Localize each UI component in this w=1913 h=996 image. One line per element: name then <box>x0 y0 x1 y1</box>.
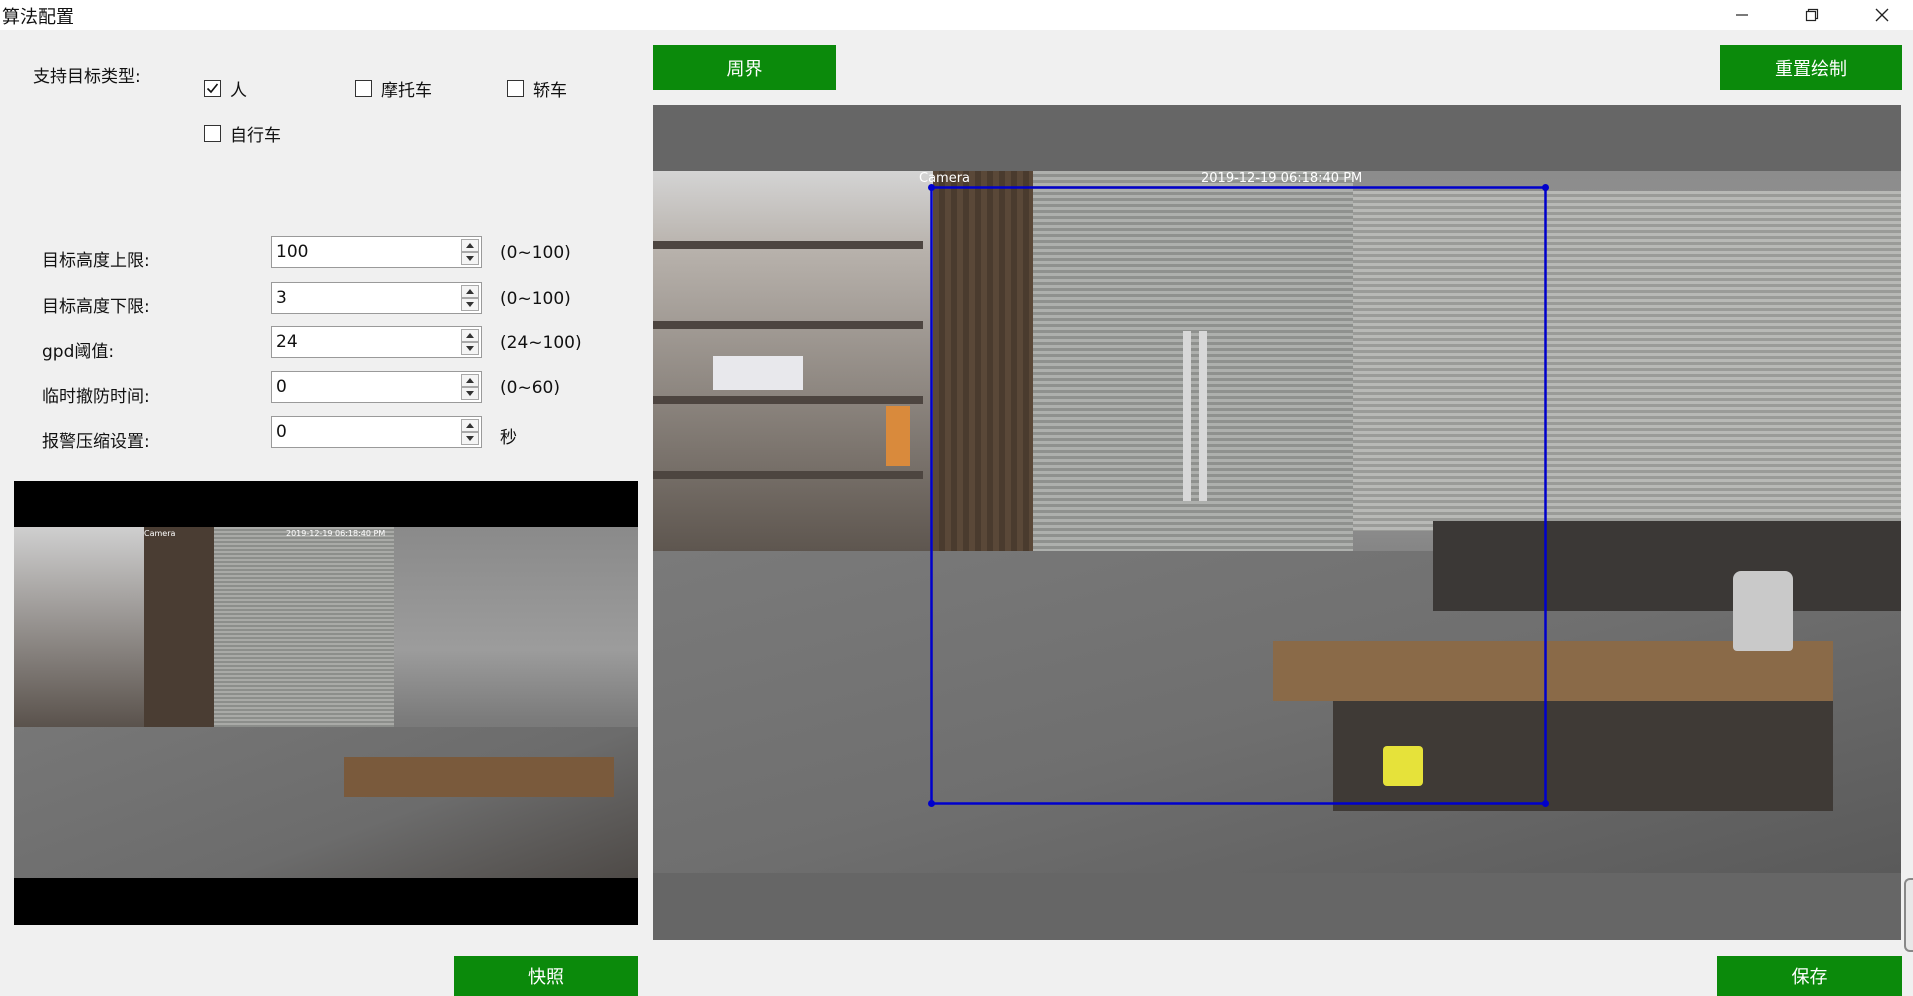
region-handle[interactable] <box>1542 800 1549 807</box>
spin-up-icon[interactable] <box>461 374 479 387</box>
spin-up-icon[interactable] <box>461 329 479 342</box>
checkbox-unchecked-icon <box>355 80 372 97</box>
alarm-compress-value[interactable]: 0 <box>276 422 287 442</box>
checkbox-unchecked-icon <box>204 125 221 142</box>
checkbox-unchecked-icon <box>507 80 524 97</box>
checkbox-motorcycle[interactable]: 摩托车 <box>355 76 432 101</box>
minimize-icon <box>1736 14 1748 16</box>
gpd-threshold-spinbox[interactable]: 24 <box>271 326 482 358</box>
region-overlay[interactable] <box>653 105 1901 940</box>
thumb-camera-label: Camera <box>144 529 176 538</box>
alarm-compress-unit: 秒 <box>500 428 517 448</box>
snapshot-image: Camera 2019-12-19 06:18:40 PM <box>14 527 638 878</box>
spin-down-icon[interactable] <box>461 342 479 355</box>
height-max-value[interactable]: 100 <box>276 242 308 262</box>
target-types-label: 支持目标类型: <box>33 67 141 87</box>
restore-icon <box>1805 8 1819 22</box>
height-min-value[interactable]: 3 <box>276 288 287 308</box>
field-label-alarm-compress: 报警压缩设置: <box>42 432 150 452</box>
spin-up-icon[interactable] <box>461 239 479 252</box>
disarm-time-range: (0~60) <box>500 378 560 398</box>
spin-down-icon[interactable] <box>461 387 479 400</box>
checkbox-checked-icon <box>204 80 221 97</box>
restore-button[interactable] <box>1777 0 1847 30</box>
thumb-timestamp: 2019-12-19 06:18:40 PM <box>286 529 386 538</box>
region-rectangle[interactable] <box>930 186 1547 805</box>
spin-down-icon[interactable] <box>461 298 479 311</box>
window-title: 算法配置 <box>2 7 74 28</box>
spin-up-icon[interactable] <box>461 285 479 298</box>
minimize-button[interactable] <box>1707 0 1777 30</box>
gpd-threshold-range: (24~100) <box>500 333 582 353</box>
field-label-height-min: 目标高度下限: <box>42 297 150 317</box>
field-label-height-max: 目标高度上限: <box>42 251 150 271</box>
checkbox-car-label: 轿车 <box>533 81 567 101</box>
height-max-range: (0~100) <box>500 243 571 263</box>
gpd-threshold-value[interactable]: 24 <box>276 332 298 352</box>
table-surface <box>14 727 638 878</box>
snapshot-button[interactable]: 快照 <box>454 956 638 996</box>
disarm-time-value[interactable]: 0 <box>276 377 287 397</box>
region-handle[interactable] <box>1542 184 1549 191</box>
checkbox-bicycle[interactable]: 自行车 <box>204 121 281 146</box>
checkbox-person-label: 人 <box>230 81 247 101</box>
checkbox-car[interactable]: 轿车 <box>507 76 567 101</box>
height-min-range: (0~100) <box>500 289 571 309</box>
close-button[interactable] <box>1847 0 1913 30</box>
title-bar: 算法配置 <box>0 0 1913 30</box>
disarm-time-spinbox[interactable]: 0 <box>271 371 482 403</box>
region-handle[interactable] <box>928 800 935 807</box>
redraw-button[interactable]: 重置绘制 <box>1720 45 1902 90</box>
height-max-spinbox[interactable]: 100 <box>271 236 482 268</box>
spin-down-icon[interactable] <box>461 252 479 265</box>
field-label-gpd-threshold: gpd阈值: <box>42 342 115 362</box>
height-min-spinbox[interactable]: 3 <box>271 282 482 314</box>
spin-up-icon[interactable] <box>461 419 479 432</box>
checkbox-motorcycle-label: 摩托车 <box>381 81 432 101</box>
checkbox-bicycle-label: 自行车 <box>230 126 281 146</box>
alarm-compress-spinbox[interactable]: 0 <box>271 416 482 448</box>
tea-table <box>344 757 614 797</box>
save-button[interactable]: 保存 <box>1717 956 1902 996</box>
snapshot-preview: Camera 2019-12-19 06:18:40 PM <box>14 481 638 925</box>
checkbox-person[interactable]: 人 <box>204 76 247 101</box>
perimeter-button[interactable]: 周界 <box>653 45 836 90</box>
spin-down-icon[interactable] <box>461 432 479 445</box>
side-scroll-handle[interactable] <box>1904 878 1913 952</box>
shelf-area <box>14 527 144 727</box>
drawing-canvas[interactable]: Camera 2019-12-19 06:18:40 PM <box>653 105 1901 940</box>
region-handle[interactable] <box>928 184 935 191</box>
close-icon <box>1875 8 1889 22</box>
field-label-disarm-time: 临时撤防时间: <box>42 387 150 407</box>
